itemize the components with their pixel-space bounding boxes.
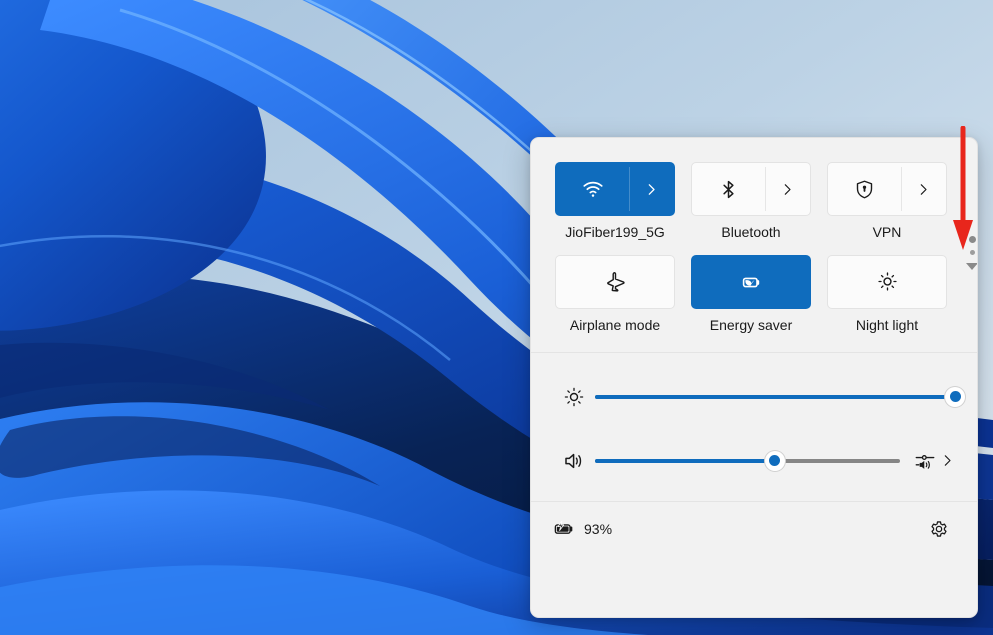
chevron-right-icon[interactable] — [940, 453, 955, 468]
vpn-toggle[interactable] — [828, 163, 901, 215]
vpn-tile-button[interactable] — [827, 162, 947, 216]
volume-slider[interactable] — [595, 450, 900, 472]
airplane-mode-tile-label: Airplane mode — [570, 317, 660, 334]
bluetooth-icon — [718, 179, 739, 200]
volume-slider-row — [553, 439, 955, 483]
bluetooth-tile-label: Bluetooth — [721, 224, 780, 241]
tile-wifi: JioFiber199_5G — [555, 162, 675, 241]
bluetooth-expand-button[interactable] — [765, 163, 810, 215]
quick-settings-tiles: JioFiber199_5G — [531, 138, 977, 352]
brightness-slider[interactable] — [595, 386, 955, 408]
brightness-slider-row — [553, 375, 955, 419]
wifi-icon — [582, 178, 604, 200]
volume-slider-thumb[interactable] — [765, 451, 785, 471]
tile-vpn: VPN — [827, 162, 947, 241]
speaker-volume-icon — [553, 449, 595, 473]
volume-slider-fill — [595, 459, 775, 463]
gear-icon — [928, 518, 950, 540]
tile-bluetooth: Bluetooth — [691, 162, 811, 241]
brightness-slider-thumb[interactable] — [945, 387, 965, 407]
battery-status[interactable]: 93% — [553, 518, 612, 540]
quick-settings-panel: JioFiber199_5G — [530, 137, 978, 618]
shield-lock-icon — [854, 179, 875, 200]
pager-dot-page-1[interactable] — [969, 236, 976, 243]
settings-button[interactable] — [923, 513, 955, 545]
bluetooth-toggle[interactable] — [692, 163, 765, 215]
chevron-right-icon — [916, 182, 931, 197]
audio-output-selector-icon — [914, 450, 936, 472]
pager-dot-page-2[interactable] — [970, 250, 975, 255]
audio-output-selector[interactable] — [900, 450, 955, 472]
airplane-icon — [604, 270, 627, 293]
wifi-tile-label: JioFiber199_5G — [565, 224, 665, 241]
night-light-toggle[interactable] — [828, 256, 946, 308]
tile-night-light: Night light — [827, 255, 947, 334]
quick-settings-pager — [958, 236, 978, 270]
brightness-sun-icon — [553, 385, 595, 409]
quick-settings-footer: 93% — [531, 502, 977, 556]
wifi-toggle[interactable] — [556, 163, 629, 215]
wifi-tile-button[interactable] — [555, 162, 675, 216]
screen: JioFiber199_5G — [0, 0, 993, 635]
tile-row: JioFiber199_5G — [555, 162, 953, 241]
tile-row: Airplane mode — [555, 255, 953, 334]
brightness-sun-icon — [876, 270, 899, 293]
bluetooth-tile-button[interactable] — [691, 162, 811, 216]
energy-saver-tile-label: Energy saver — [710, 317, 792, 334]
wifi-expand-button[interactable] — [629, 163, 674, 215]
brightness-slider-fill — [595, 395, 955, 399]
night-light-tile-button[interactable] — [827, 255, 947, 309]
tile-energy-saver: Energy saver — [691, 255, 811, 334]
chevron-right-icon — [644, 182, 659, 197]
chevron-down-icon[interactable] — [966, 263, 978, 270]
energy-saver-toggle[interactable] — [692, 256, 810, 308]
tile-airplane-mode: Airplane mode — [555, 255, 675, 334]
airplane-mode-toggle[interactable] — [556, 256, 674, 308]
battery-percentage-label: 93% — [584, 521, 612, 537]
quick-settings-sliders — [531, 353, 977, 501]
vpn-tile-label: VPN — [873, 224, 902, 241]
chevron-right-icon — [780, 182, 795, 197]
battery-charging-icon — [553, 518, 575, 540]
night-light-tile-label: Night light — [856, 317, 918, 334]
airplane-mode-tile-button[interactable] — [555, 255, 675, 309]
battery-leaf-icon — [739, 270, 763, 294]
vpn-expand-button[interactable] — [901, 163, 946, 215]
energy-saver-tile-button[interactable] — [691, 255, 811, 309]
